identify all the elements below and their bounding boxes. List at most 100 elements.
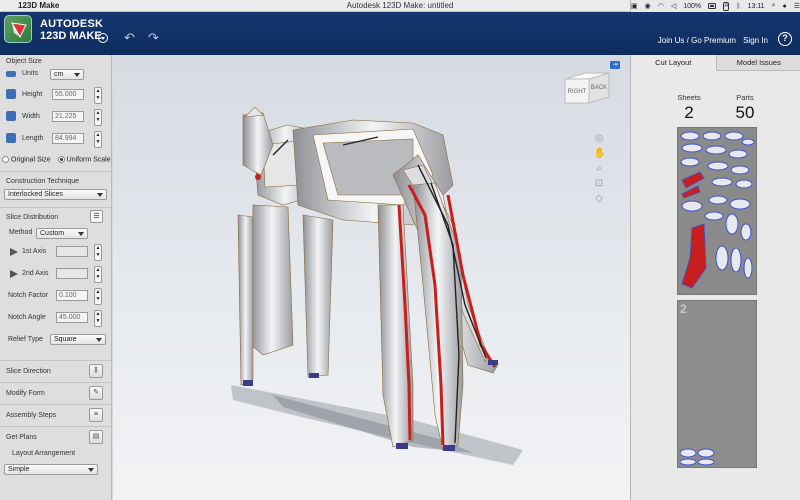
sheets-value: 2 bbox=[684, 103, 694, 122]
axis2-arrow-icon bbox=[10, 270, 18, 278]
axis1-arrow-icon bbox=[10, 248, 18, 256]
brand-product: 123D MAKE bbox=[40, 30, 102, 42]
axis1-input[interactable] bbox=[56, 246, 88, 257]
get-plans-section[interactable]: Get Plans ▤ bbox=[0, 426, 111, 448]
join-premium-link[interactable]: Join Us / Go Premium bbox=[658, 36, 736, 45]
sheet-2-number: 2 bbox=[680, 302, 687, 316]
input-source[interactable]: A bbox=[723, 1, 730, 11]
relief-type-label: Relief Type bbox=[8, 336, 43, 343]
height-stepper[interactable]: ▲ ▼ bbox=[94, 87, 102, 104]
length-stepper[interactable]: ▲ ▼ bbox=[94, 131, 102, 148]
notification-center-icon[interactable]: ☰ bbox=[794, 2, 800, 10]
axis2-stepper[interactable]: ▲ ▼ bbox=[94, 266, 102, 283]
battery-icon[interactable] bbox=[708, 3, 717, 9]
left-panel: Object Size Units cm Height 55.000 ▲ ▼ Wi… bbox=[0, 55, 112, 500]
slice-direction-section[interactable]: Slice Direction ⫼ bbox=[0, 360, 111, 382]
width-stepper[interactable]: ▲ ▼ bbox=[94, 109, 102, 126]
modify-form-label: Modify Form bbox=[6, 390, 45, 397]
help-icon[interactable]: ? bbox=[778, 32, 792, 46]
sheet-2-parts bbox=[679, 448, 715, 466]
tab-model-issues[interactable]: Model Issues bbox=[716, 55, 800, 71]
assembly-steps-section[interactable]: Assembly Steps ≡ bbox=[0, 404, 111, 426]
axis1-stepper[interactable]: ▲ ▼ bbox=[94, 244, 102, 261]
sheet-2-thumbnail[interactable]: 2 bbox=[677, 300, 757, 468]
app-menu[interactable]: 123D Make bbox=[18, 1, 59, 10]
viewcube-back-label[interactable]: BACK bbox=[591, 85, 607, 91]
undo-icon[interactable]: ↶ bbox=[124, 30, 135, 46]
modify-form-icon[interactable]: ✎ bbox=[89, 386, 103, 400]
app-menu-dropdown-icon[interactable] bbox=[98, 33, 108, 43]
orbit-icon[interactable]: ◎ bbox=[594, 133, 605, 144]
dropbox-icon[interactable]: ▣ bbox=[631, 2, 638, 10]
battery-percent[interactable]: 100% bbox=[683, 3, 701, 10]
object-size-title: Object Size bbox=[6, 58, 42, 65]
modify-form-section[interactable]: Modify Form ✎ bbox=[0, 382, 111, 404]
assembly-steps-icon[interactable]: ≡ bbox=[89, 408, 103, 422]
axis2-label: 2nd Axis bbox=[22, 270, 49, 277]
slice-distribution-list-icon[interactable]: ☰ bbox=[90, 210, 103, 223]
redo-icon[interactable]: ↷ bbox=[148, 30, 159, 46]
notch-factor-input[interactable]: 0.100 bbox=[56, 290, 88, 301]
sheet-1-thumbnail[interactable] bbox=[677, 127, 757, 295]
layout-arrangement-label: Layout Arrangement bbox=[12, 450, 76, 457]
menubar-status-area: ▣ ◉ ◠ ◁ 100% A ᛒ 13:11 ⌕ ● ☰ bbox=[630, 0, 800, 12]
notch-angle-stepper[interactable]: ▲ ▼ bbox=[94, 310, 102, 327]
height-label: Height bbox=[22, 91, 43, 98]
notch-factor-label: Notch Factor bbox=[8, 292, 49, 299]
zoom-icon[interactable]: ⌕ bbox=[594, 163, 605, 174]
height-icon bbox=[6, 89, 16, 99]
brand: AUTODESK 123D MAKE bbox=[40, 18, 103, 42]
pan-hand-icon[interactable]: ✋ bbox=[594, 148, 606, 159]
length-input[interactable]: 84.994 bbox=[52, 133, 84, 144]
height-input[interactable]: 55.000 bbox=[52, 89, 84, 100]
horse-slice-model[interactable]: RIGHT BACK bbox=[113, 55, 630, 500]
axis1-label: 1st Axis bbox=[22, 248, 47, 255]
sign-in-link[interactable]: Sign In bbox=[743, 36, 768, 45]
tab-cut-layout[interactable]: Cut Layout bbox=[631, 55, 717, 71]
slice-direction-label: Slice Direction bbox=[6, 368, 51, 375]
uniform-scale-radio[interactable] bbox=[57, 156, 65, 163]
method-label: Method bbox=[9, 229, 33, 236]
bluetooth-icon[interactable]: ᛒ bbox=[736, 3, 740, 10]
home-view-icon[interactable]: ◇ bbox=[594, 193, 605, 204]
brand-autodesk: AUTODESK bbox=[40, 18, 104, 30]
fit-view-icon[interactable]: ⊡ bbox=[594, 178, 605, 189]
notch-angle-label: Notch Angle bbox=[8, 314, 46, 321]
user-icon[interactable]: ● bbox=[782, 3, 786, 10]
construction-technique-title: Construction Technique bbox=[6, 178, 80, 185]
app-logo bbox=[4, 15, 32, 43]
slice-distribution-title: Slice Distribution bbox=[6, 214, 59, 221]
3d-viewport[interactable]: RIGHT BACK ◎ ✋ ⌕ ⊡ ◇ bbox=[113, 55, 630, 500]
sheets-stat: Sheets 2 bbox=[669, 93, 709, 123]
right-panel: Cut Layout Model Issues Sheets 2 Parts 5… bbox=[630, 55, 800, 500]
view-cube[interactable]: RIGHT BACK bbox=[564, 72, 610, 104]
sheet-1-parts bbox=[680, 131, 755, 289]
assembly-steps-label: Assembly Steps bbox=[6, 412, 57, 419]
notch-factor-stepper[interactable]: ▲ ▼ bbox=[94, 288, 102, 305]
construction-technique-select[interactable]: Interlocked Slices bbox=[4, 189, 107, 200]
get-plans-icon[interactable]: ▤ bbox=[89, 430, 103, 444]
method-select[interactable]: Custom bbox=[36, 228, 88, 239]
units-label: Units bbox=[22, 70, 38, 77]
original-size-radio[interactable] bbox=[2, 156, 9, 163]
app-status-icon[interactable]: ◉ bbox=[645, 2, 651, 10]
notch-angle-input[interactable]: 45.000 bbox=[56, 312, 88, 323]
units-select[interactable]: cm bbox=[50, 69, 84, 80]
parts-label: Parts bbox=[736, 93, 754, 102]
width-icon bbox=[6, 111, 16, 121]
wifi-icon[interactable]: ◠ bbox=[658, 2, 664, 10]
clock[interactable]: 13:11 bbox=[748, 3, 765, 10]
mac-menu-bar: 123D Make Autodesk 123D Make: untitled ▣… bbox=[0, 0, 800, 12]
axis2-input[interactable] bbox=[56, 268, 88, 279]
slice-direction-icon[interactable]: ⫼ bbox=[89, 364, 103, 378]
layout-arrangement-select[interactable]: Simple bbox=[4, 464, 98, 475]
spotlight-icon[interactable]: ⌕ bbox=[772, 2, 776, 10]
right-panel-tabs: Cut Layout Model Issues bbox=[631, 55, 800, 71]
width-input[interactable]: 21.225 bbox=[52, 111, 84, 122]
original-size-label: Original Size bbox=[11, 156, 51, 164]
relief-type-select[interactable]: Square bbox=[50, 334, 106, 345]
volume-icon[interactable]: ◁ bbox=[671, 2, 676, 10]
sheets-label: Sheets bbox=[677, 93, 701, 102]
viewcube-right-label[interactable]: RIGHT bbox=[568, 89, 587, 95]
collapse-panel-icon[interactable]: ⇥ bbox=[610, 61, 620, 69]
